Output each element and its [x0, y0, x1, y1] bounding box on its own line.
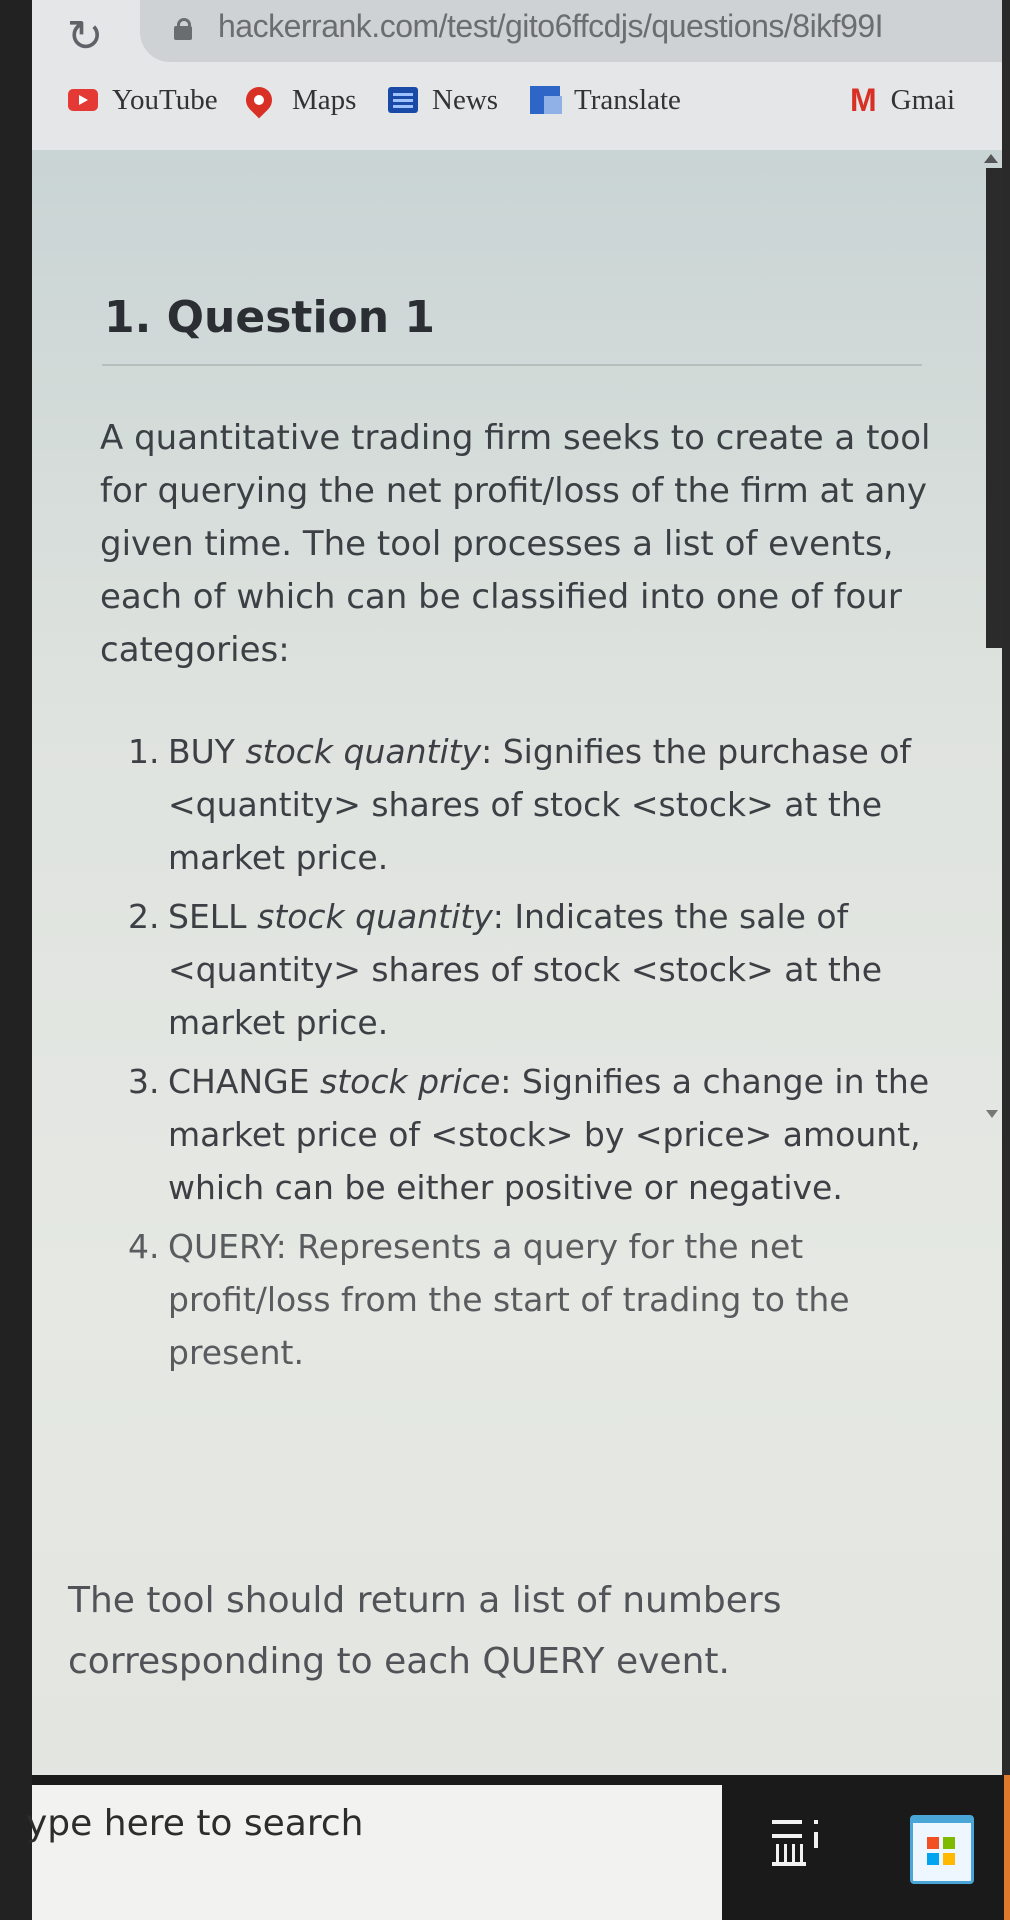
url-text[interactable]: hackerrank.com/test/gito6ffcdjs/question… — [218, 8, 884, 45]
bookmark-news[interactable]: News — [388, 80, 498, 120]
command-name: QUERY: — [168, 1227, 287, 1266]
task-view-icon[interactable] — [772, 1820, 828, 1866]
reload-icon[interactable]: ↻ — [60, 12, 110, 62]
intro-paragraph: A quantitative trading firm seeks to cre… — [100, 418, 931, 670]
screen-bezel-right — [1002, 0, 1010, 1920]
title-divider — [102, 364, 922, 366]
list-item: 2. SELL stock quantity: Indicates the sa… — [128, 890, 958, 1049]
command-args: stock price — [320, 1062, 501, 1101]
screen-bezel-left — [0, 0, 32, 1920]
list-number: 4. — [128, 1227, 160, 1266]
taskbar: ype here to search — [26, 1775, 1010, 1920]
bookmark-maps[interactable]: Maps — [240, 80, 357, 120]
scroll-down-icon[interactable] — [986, 1110, 998, 1118]
question-intro: A quantitative trading firm seeks to cre… — [100, 412, 950, 677]
store-icon[interactable] — [910, 1815, 974, 1884]
bookmark-label: Maps — [292, 83, 357, 116]
bookmark-label: YouTube — [112, 83, 218, 116]
bookmark-translate[interactable]: Translate — [530, 80, 681, 120]
command-name: CHANGE — [168, 1062, 310, 1101]
bookmark-label: Gmai — [890, 83, 956, 116]
bookmark-label: News — [432, 83, 499, 116]
list-item: 4. QUERY: Represents a query for the net… — [128, 1220, 958, 1379]
command-name: BUY — [168, 732, 235, 771]
browser-chrome: ↻ hackerrank.com/test/gito6ffcdjs/questi… — [32, 0, 1010, 150]
bookmark-gmail[interactable]: M Gmai — [850, 80, 955, 120]
command-name: SELL — [168, 897, 247, 936]
gmail-icon: M — [850, 82, 877, 118]
closing-paragraph: The tool should return a list of numbers… — [68, 1580, 782, 1682]
list-number: 1. — [128, 732, 160, 771]
search-placeholder: ype here to search — [26, 1803, 364, 1844]
list-item: 1. BUY stock quantity: Signifies the pur… — [128, 725, 958, 884]
command-args: stock quantity — [245, 732, 482, 771]
translate-icon — [530, 86, 562, 114]
bookmarks-bar: YouTube Maps News Translate M Gmai — [32, 72, 1002, 128]
event-category-list: 1. BUY stock quantity: Signifies the pur… — [128, 725, 958, 1385]
scrollbar[interactable] — [982, 150, 1002, 1150]
question-title: 1. Question 1 — [104, 292, 436, 343]
bookmark-youtube[interactable]: YouTube — [68, 80, 218, 120]
list-item: 3. CHANGE stock price: Signifies a chang… — [128, 1055, 958, 1214]
address-bar[interactable]: hackerrank.com/test/gito6ffcdjs/question… — [140, 0, 1010, 62]
scroll-up-icon[interactable] — [984, 154, 998, 163]
command-args: stock quantity — [257, 897, 493, 936]
bookmark-label: Translate — [574, 83, 681, 116]
youtube-icon — [68, 89, 98, 111]
news-icon — [388, 87, 418, 113]
list-number: 2. — [128, 897, 160, 936]
list-number: 3. — [128, 1062, 160, 1101]
question-page: 1. Question 1 A quantitative trading fir… — [32, 150, 1002, 1775]
maps-icon — [240, 81, 278, 119]
taskbar-search-box[interactable]: ype here to search — [26, 1785, 722, 1920]
taskbar-edge — [1004, 1775, 1010, 1920]
scrollbar-thumb[interactable] — [986, 168, 1002, 648]
lock-icon — [174, 18, 192, 40]
